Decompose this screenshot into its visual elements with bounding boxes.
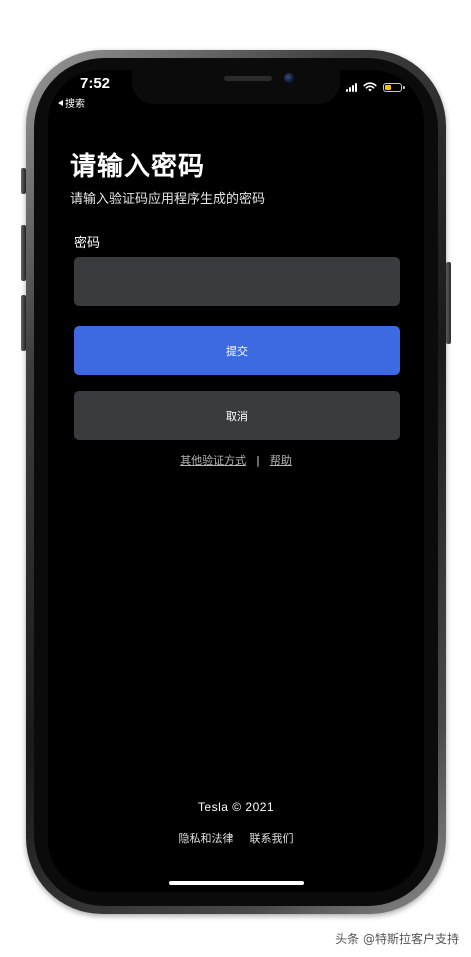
footer-links: 隐私和法律 联系我们 [48,830,424,846]
submit-button-label: 提交 [226,344,248,358]
watermark: 头条 @特斯拉客户支持 [335,932,459,946]
contact-us-link[interactable]: 联系我们 [250,830,294,846]
wifi-icon [363,82,377,92]
password-input[interactable] [74,257,400,306]
battery-icon [383,82,405,92]
status-icons [346,82,405,92]
submit-button[interactable]: 提交 [74,326,400,375]
help-link[interactable]: 帮助 [270,452,292,468]
page-title: 请输入密码 [70,152,206,182]
notch [132,70,340,104]
other-verification-link[interactable]: 其他验证方式 [180,452,246,468]
signal-icon [346,82,357,92]
power-button [446,262,451,344]
cancel-button-label: 取消 [226,409,248,423]
back-to-search-link[interactable]: 搜索 [58,95,85,110]
page-subtitle: 请输入验证码应用程序生成的密码 [70,192,266,207]
footer-copyright: Tesla © 2021 [197,800,275,814]
front-camera [284,73,294,83]
home-indicator[interactable] [169,881,304,885]
phone-screen: 7:52 搜索 请输入密码 请输入验证码应用程序生成的密码 密码 提交 取消 其… [48,70,424,892]
password-label: 密码 [74,236,101,251]
speaker-grille [224,76,272,81]
back-label: 搜索 [65,99,85,110]
device-frame: 7:52 搜索 请输入密码 请输入验证码应用程序生成的密码 密码 提交 取消 其… [0,0,471,957]
battery-level [385,84,391,90]
back-arrow-icon [58,99,63,106]
auth-links: 其他验证方式 | 帮助 [48,452,424,468]
privacy-legal-link[interactable]: 隐私和法律 [179,830,234,846]
link-separator: | [256,453,260,467]
status-time: 7:52 [80,75,111,92]
cancel-button[interactable]: 取消 [74,391,400,440]
